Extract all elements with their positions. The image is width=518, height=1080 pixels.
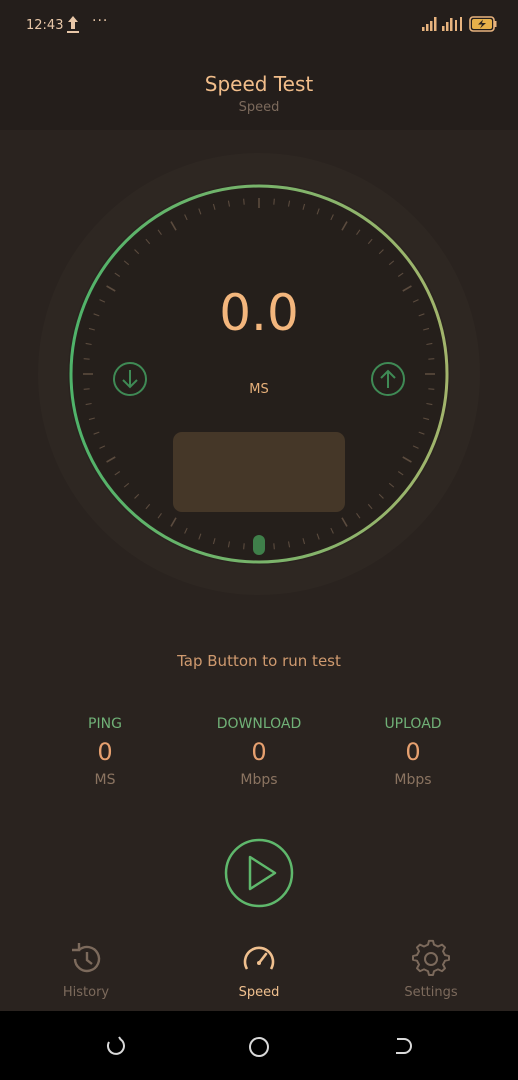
stat-label: DOWNLOAD (216, 716, 302, 732)
status-time: 12:43 (26, 18, 64, 33)
upload-arrow-icon (371, 362, 405, 396)
home-icon[interactable] (247, 1035, 271, 1059)
nav-label: Speed (238, 985, 280, 1000)
back-icon[interactable] (391, 1035, 413, 1057)
download-arrow-icon (113, 362, 147, 396)
stat-value: 0 (251, 738, 267, 766)
gauge-tick (273, 198, 275, 205)
stat-ping: PING 0 MS (25, 716, 185, 788)
nav-label: Settings (404, 985, 458, 1000)
gauge-needle-marker (253, 535, 265, 555)
nav-settings[interactable]: Settings (381, 935, 481, 1000)
bottom-navigation: History Speed Settings (0, 935, 518, 1011)
stat-upload: UPLOAD 0 Mbps (333, 716, 493, 788)
gauge-tick (273, 543, 275, 550)
gauge-value: 0.0 (219, 284, 299, 342)
gauge-tick (243, 543, 245, 550)
gauge-info-panel (173, 432, 345, 512)
gauge-tick (428, 358, 435, 360)
stat-value: 0 (97, 738, 113, 766)
gauge-tick (83, 358, 90, 360)
stat-label: UPLOAD (384, 716, 442, 732)
stat-unit: Mbps (240, 772, 278, 788)
page-subtitle: Speed (238, 100, 280, 115)
system-navigation-bar (0, 1011, 518, 1080)
status-bar: 12:43 ··· (0, 0, 518, 52)
stat-download: DOWNLOAD 0 Mbps (179, 716, 339, 788)
stat-unit: Mbps (394, 772, 432, 788)
signal-icon (422, 16, 497, 32)
gauge-tick (243, 198, 245, 205)
more-dots-icon: ··· (92, 13, 109, 29)
start-test-button[interactable] (224, 838, 294, 908)
history-icon (72, 943, 101, 973)
upload-arrow-icon (67, 16, 79, 33)
nav-label: History (62, 985, 110, 1000)
stat-label: PING (88, 716, 122, 732)
recents-icon[interactable] (104, 1035, 126, 1057)
nav-history[interactable]: History (36, 935, 136, 1000)
page-title: Speed Test (204, 72, 314, 96)
app-header: Speed Test Speed (0, 52, 518, 130)
speed-gauge (38, 153, 480, 595)
gear-icon (412, 939, 450, 976)
stat-unit: MS (94, 772, 116, 788)
speedometer-icon (243, 946, 275, 970)
nav-speed[interactable]: Speed (209, 935, 309, 1000)
status-icons (420, 14, 500, 38)
gauge-unit: MS (249, 382, 269, 397)
instruction-text: Tap Button to run test (177, 652, 341, 670)
play-icon (248, 855, 277, 891)
stat-value: 0 (405, 738, 421, 766)
